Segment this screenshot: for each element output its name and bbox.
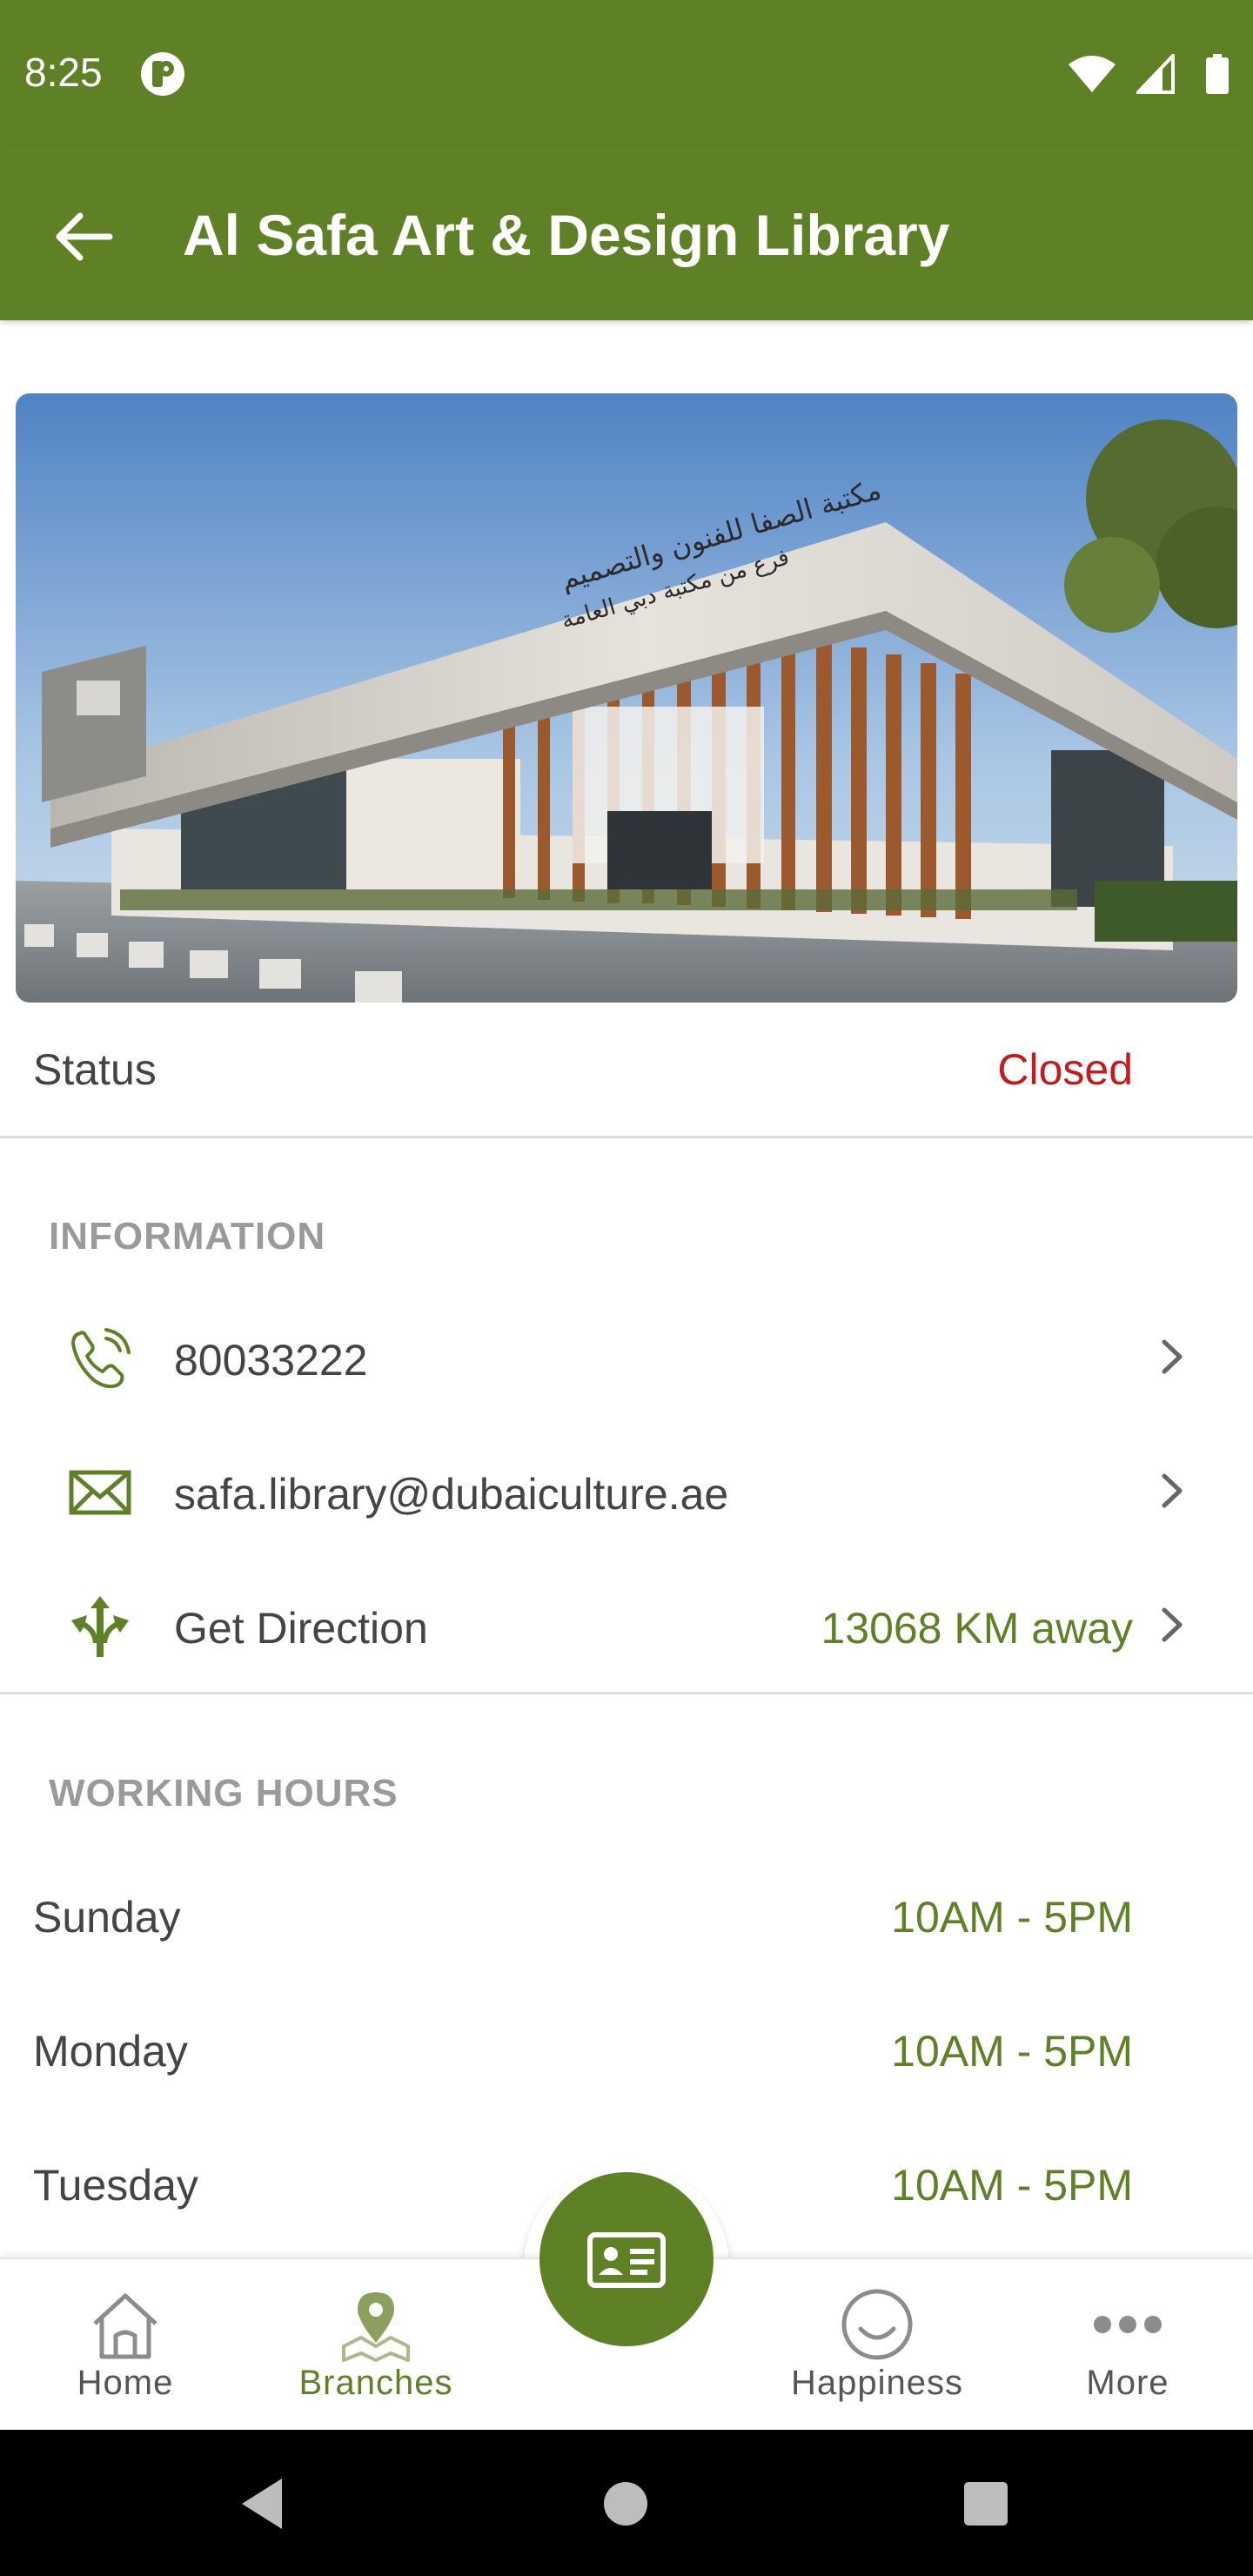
app-notification-icon: [141, 52, 184, 96]
map-pin-icon: [342, 2292, 410, 2362]
hours-day: Monday: [33, 2027, 188, 2076]
status-label: Status: [33, 1045, 157, 1094]
information-header: INFORMATION: [49, 1215, 326, 1258]
section-divider: [0, 1692, 1253, 1694]
hours-time: 10AM - 5PM: [891, 2161, 1133, 2210]
hours-time: 10AM - 5PM: [891, 2027, 1133, 2076]
branch-photo: مكتبة الصفا للفنون والتصميم فرع من مكتبة…: [16, 393, 1237, 1003]
home-icon: [93, 2293, 157, 2359]
back-arrow-icon[interactable]: [49, 202, 118, 272]
get-direction-label: Get Direction: [174, 1604, 428, 1653]
mail-icon: [69, 1470, 131, 1515]
system-recents-icon[interactable]: [964, 2482, 1008, 2526]
smiley-icon: [841, 2289, 913, 2360]
phone-icon: [71, 1328, 131, 1389]
hours-row: Monday 10AM - 5PM: [0, 1984, 1253, 2118]
email-row[interactable]: safa.library@dubaiculture.ae: [0, 1426, 1253, 1560]
nav-more[interactable]: More: [1023, 2259, 1232, 2432]
directions-icon: [71, 1596, 129, 1657]
nav-label: Branches: [298, 2364, 453, 2402]
system-home-icon[interactable]: [604, 2482, 647, 2526]
signal-icon: [1136, 54, 1175, 94]
working-hours-header: WORKING HOURS: [49, 1772, 399, 1815]
hours-row: Sunday 10AM - 5PM: [0, 1850, 1253, 1984]
membership-card-button[interactable]: [539, 2172, 714, 2346]
email-address: safa.library@dubaiculture.ae: [174, 1470, 729, 1519]
phone-number: 80033222: [174, 1336, 368, 1385]
system-back-icon[interactable]: [235, 2473, 296, 2534]
status-row: Status Closed: [0, 1003, 1253, 1138]
nav-label: Home: [77, 2364, 174, 2402]
status-value: Closed: [997, 1045, 1133, 1094]
more-dots-icon: [1094, 2316, 1162, 2333]
nav-label: More: [1086, 2364, 1169, 2402]
distance-value: 13068 KM away: [821, 1604, 1133, 1653]
phone-row[interactable]: 80033222: [0, 1291, 1253, 1426]
chevron-right-icon: [1162, 1339, 1183, 1374]
page-title: Al Safa Art & Design Library: [183, 203, 950, 267]
direction-row[interactable]: Get Direction 13068 KM away: [0, 1560, 1253, 1694]
nav-happiness[interactable]: Happiness: [773, 2259, 982, 2432]
hours-day: Sunday: [33, 1893, 181, 1942]
battery-icon: [1206, 54, 1229, 94]
library-building-illustration: مكتبة الصفا للفنون والتصميم فرع من مكتبة…: [16, 393, 1237, 1003]
id-card-icon: [587, 2232, 666, 2288]
chevron-right-icon: [1162, 1473, 1183, 1508]
screen: 8:25 Al Safa Art & Design Library مكتبة …: [0, 0, 1253, 2576]
nav-branches[interactable]: Branches: [271, 2259, 480, 2432]
app-bar: Al Safa Art & Design Library: [0, 148, 1253, 320]
status-time: 8:25: [24, 50, 103, 95]
wifi-icon: [1069, 56, 1116, 92]
system-navigation-bar: [0, 2430, 1253, 2576]
hours-day: Tuesday: [33, 2161, 198, 2210]
hours-time: 10AM - 5PM: [891, 1893, 1133, 1942]
status-bar: 8:25: [0, 0, 1253, 148]
nav-label: Happiness: [790, 2364, 963, 2402]
chevron-right-icon: [1162, 1607, 1183, 1642]
nav-home[interactable]: Home: [21, 2259, 230, 2432]
